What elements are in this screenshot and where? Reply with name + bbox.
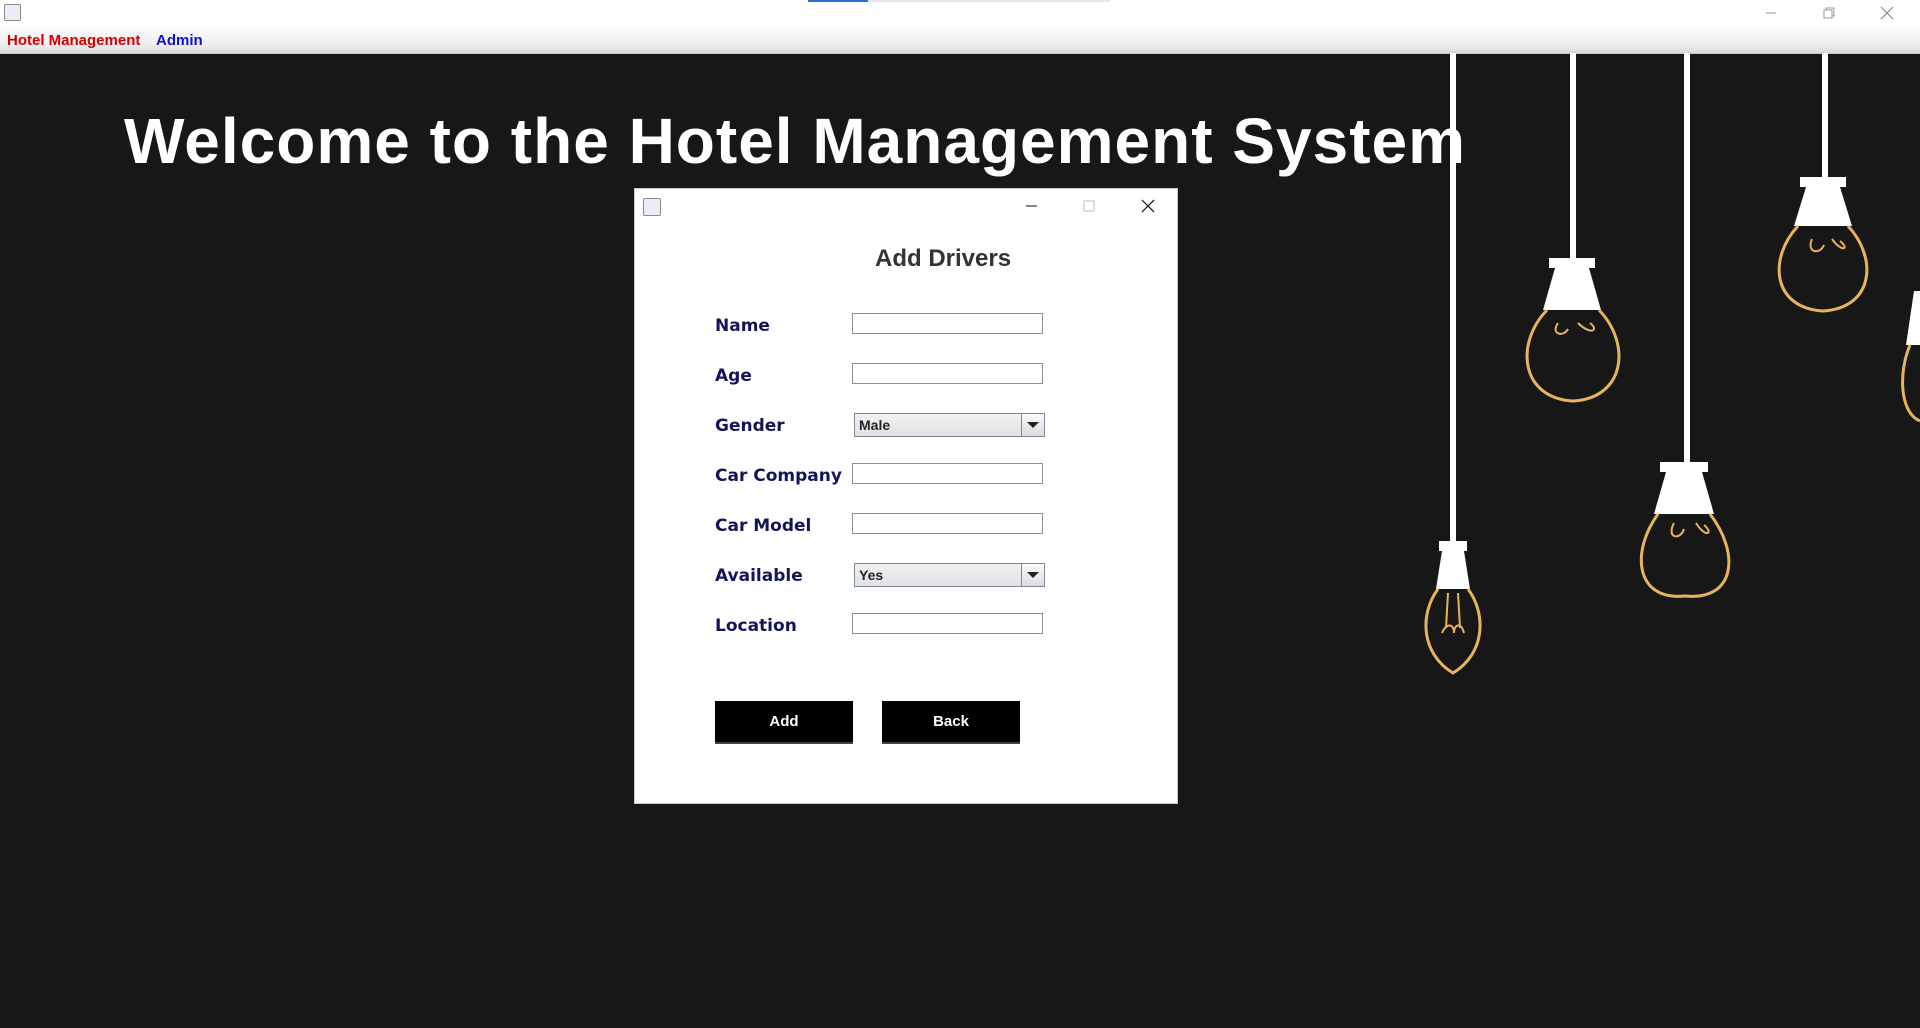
close-icon[interactable]: [1864, 0, 1910, 26]
gender-select[interactable]: Male: [854, 413, 1045, 437]
add-drivers-dialog: Add Drivers Name Age Gender Male Car Com…: [634, 188, 1178, 804]
menu-hotel-management[interactable]: Hotel Management: [7, 32, 140, 49]
name-label: Name: [715, 316, 770, 336]
bulb-4: [1777, 53, 1869, 313]
available-selected-value: Yes: [859, 567, 884, 583]
available-label: Available: [715, 566, 803, 586]
add-button[interactable]: Add: [715, 701, 853, 744]
dialog-title: Add Drivers: [875, 245, 1012, 272]
bulb-1: [1424, 53, 1482, 675]
chevron-down-icon[interactable]: [1021, 414, 1044, 436]
chevron-down-icon[interactable]: [1021, 564, 1044, 586]
bulb-5: [1901, 291, 1920, 423]
car-model-input[interactable]: [852, 513, 1043, 534]
dialog-close-icon[interactable]: [1131, 193, 1165, 219]
title-tab-indicator: [808, 0, 1110, 2]
bulb-2: [1525, 53, 1621, 403]
age-input[interactable]: [852, 363, 1043, 384]
hanging-bulbs-image: [1424, 53, 1920, 675]
welcome-heading: Welcome to the Hotel Management System: [124, 105, 1466, 177]
gender-selected-value: Male: [859, 417, 891, 433]
available-select[interactable]: Yes: [854, 563, 1045, 587]
window-titlebar: [0, 0, 1920, 26]
age-label: Age: [715, 366, 752, 386]
minimize-icon[interactable]: [1748, 0, 1794, 26]
java-app-icon: [4, 4, 21, 21]
dialog-minimize-icon[interactable]: [1014, 193, 1048, 219]
menu-bar: Hotel Management Admin: [0, 26, 1920, 54]
name-input[interactable]: [852, 313, 1043, 334]
dialog-maximize-icon: [1072, 193, 1106, 219]
car-model-label: Car Model: [715, 516, 812, 536]
back-button[interactable]: Back: [882, 701, 1020, 744]
restore-icon[interactable]: [1806, 0, 1852, 26]
bulb-3: [1639, 53, 1731, 598]
car-company-input[interactable]: [852, 463, 1043, 484]
car-company-label: Car Company: [715, 466, 842, 486]
gender-label: Gender: [715, 416, 785, 436]
java-app-icon: [643, 198, 661, 216]
location-label: Location: [715, 616, 797, 636]
menu-admin[interactable]: Admin: [156, 32, 203, 49]
location-input[interactable]: [852, 613, 1043, 634]
